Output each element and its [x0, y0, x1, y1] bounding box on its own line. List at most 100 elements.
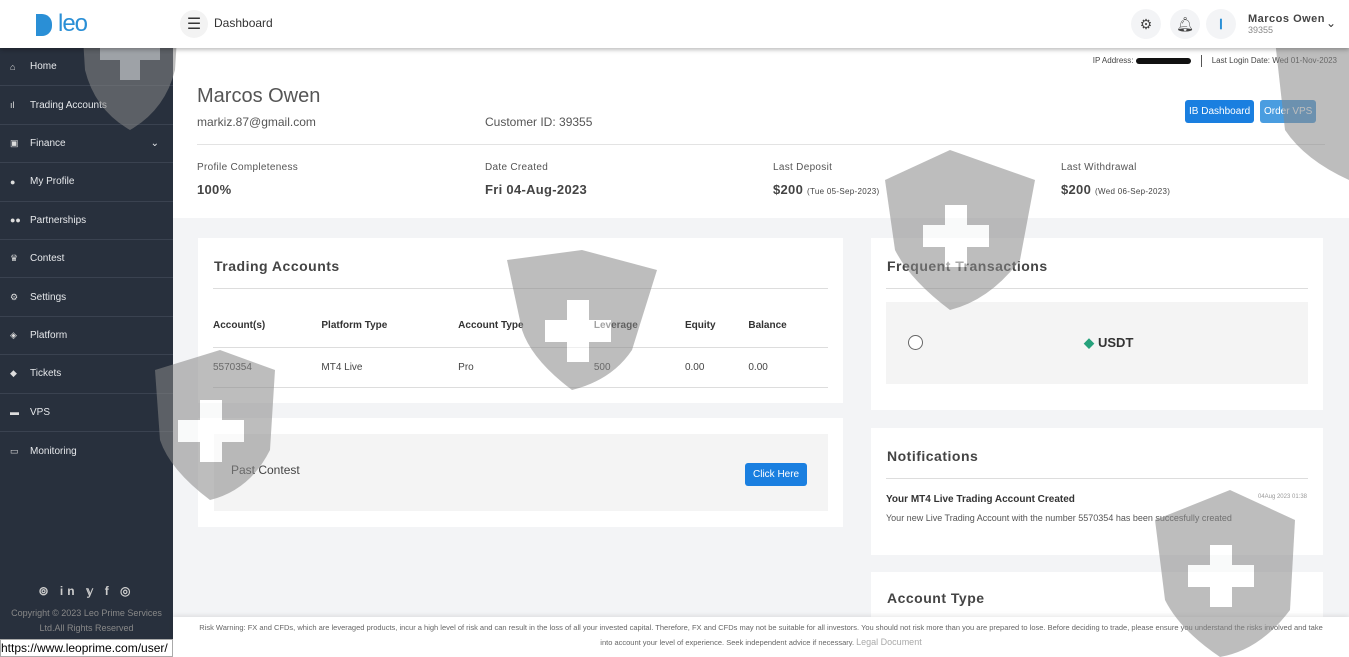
stat-last-withdrawal: Last Withdrawal $200 (Wed 06-Sep-2023)	[1061, 162, 1170, 197]
ib-dashboard-button[interactable]: IB Dashboard	[1185, 100, 1255, 123]
customer-id: Customer ID: 39355	[485, 115, 593, 129]
ip-address-label: IP Address:	[1092, 56, 1134, 66]
social-links[interactable]: ⊚ in 𝕪 f ◎	[0, 584, 173, 598]
sidebar-item-settings[interactable]: ⚙ Settings	[0, 278, 173, 317]
trading-accounts-card: Trading Accounts Account(s) Platform Typ…	[198, 238, 843, 403]
usdt-radio[interactable]	[908, 335, 923, 350]
login-info: IP Address: Last Login Date: Wed 01-Nov-…	[1093, 55, 1337, 67]
sidebar-item-label: My Profile	[30, 176, 75, 188]
order-vps-button[interactable]: Order VPS	[1260, 100, 1317, 123]
column-header: Account Type	[458, 289, 594, 348]
status-url: https://www.leoprime.com/user/	[0, 639, 173, 657]
wallet-icon: ▣	[10, 137, 19, 148]
trophy-icon: ♛	[10, 253, 19, 264]
sidebar-item-home[interactable]: ⌂ Home	[0, 48, 173, 87]
sidebar-item-label: VPS	[30, 406, 51, 418]
column-header: Leverage	[593, 289, 685, 348]
redacted-ip	[1135, 58, 1191, 64]
chevron-down-icon[interactable]: ⌄	[1326, 16, 1336, 30]
page-title: Dashboard	[214, 16, 273, 30]
account-type: Pro	[458, 347, 594, 388]
risk-warning-text: Risk Warning: FX and CFDs, which are lev…	[199, 623, 1323, 647]
column-header: Platform Type	[321, 289, 459, 348]
legal-document-link[interactable]: Legal Document	[856, 637, 922, 647]
past-contest-card: Past Contest Click Here	[198, 418, 843, 527]
leo-logo[interactable]: leo	[36, 10, 88, 38]
table-row[interactable]: 5570354 MT4 Live Pro 500 0.00 0.00	[213, 347, 828, 388]
sidebar-item-trading-accounts[interactable]: ıl Trading Accounts	[0, 86, 173, 125]
home-icon: ⌂	[10, 61, 16, 72]
sidebar-item-tickets[interactable]: ◆ Tickets	[0, 355, 173, 394]
transaction-option[interactable]: ◆ USDT	[886, 302, 1308, 384]
risk-warning-footer: Risk Warning: FX and CFDs, which are lev…	[173, 617, 1349, 657]
platform-type: MT4 Live	[321, 347, 459, 388]
stat-value: $200	[1061, 182, 1092, 197]
user-menu[interactable]: Marcos Owen 39355	[1248, 13, 1325, 35]
sidebar-item-label: Trading Accounts	[30, 99, 107, 111]
users-icon: ●●	[10, 215, 21, 226]
sidebar-item-label: Finance	[30, 137, 66, 149]
copyright: Copyright © 2023 Leo Prime Services Ltd.A…	[0, 606, 173, 636]
column-header: Balance	[748, 289, 828, 348]
user-id: 39355	[1248, 25, 1274, 35]
stat-value: Fri 04-Aug-2023	[485, 182, 588, 197]
user-icon: ●	[10, 176, 16, 187]
notification-body: Your new Live Trading Account with the n…	[886, 513, 1232, 523]
click-here-button[interactable]: Click Here	[745, 463, 808, 486]
balance: 0.00	[748, 347, 828, 388]
sidebar-item-vps[interactable]: ▬ VPS	[0, 394, 173, 432]
stat-last-deposit: Last Deposit $200 (Tue 05-Sep-2023)	[773, 162, 879, 197]
trading-accounts-table: Account(s) Platform Type Account Type Le…	[213, 289, 828, 388]
last-login: Last Login Date: Wed 01-Nov-2023	[1211, 56, 1337, 66]
notification-bell-icon[interactable]: 🔔︎	[1170, 9, 1200, 39]
sidebar-item-label: Settings	[30, 291, 67, 303]
menu-toggle-button[interactable]: ☰	[180, 10, 208, 38]
monitor-icon: ▭	[10, 445, 19, 456]
sidebar-item-finance[interactable]: ▣ Finance ⌄	[0, 125, 173, 164]
account-number: 5570354	[213, 347, 322, 388]
stat-sub: (Tue 05-Sep-2023)	[807, 187, 880, 196]
card-title: Account Type	[887, 590, 985, 606]
profile-name: Marcos Owen	[197, 85, 321, 107]
sidebar-item-platform[interactable]: ◈ Platform	[0, 317, 173, 356]
user-name: Marcos Owen	[1248, 13, 1326, 25]
copyright-line: Copyright © 2023 Leo Prime Services	[11, 608, 162, 618]
usdt-label: USDT	[1098, 335, 1134, 350]
sidebar-item-label: Monitoring	[30, 445, 77, 457]
stat-label: Last Withdrawal	[1061, 162, 1137, 173]
sidebar-item-monitoring[interactable]: ▭ Monitoring	[0, 432, 173, 470]
sidebar-item-label: Tickets	[30, 368, 62, 380]
column-header: Equity	[684, 289, 749, 348]
copyright-line: Ltd.All Rights Reserved	[39, 623, 134, 633]
tether-icon: ◆	[1084, 335, 1094, 350]
stat-date-created: Date Created Fri 04-Aug-2023	[485, 162, 587, 197]
column-header: Account(s)	[213, 289, 322, 348]
card-title: Frequent Transactions	[887, 258, 1048, 274]
stat-sub: (Wed 06-Sep-2023)	[1095, 187, 1171, 196]
top-header: leo ☰ Dashboard ⚙ 🔔︎ Ⅰ Marcos Owen 39355 …	[0, 0, 1349, 48]
notification-title: Your MT4 Live Trading Account Created	[886, 494, 1075, 505]
sidebar-item-my-profile[interactable]: ● My Profile	[0, 163, 173, 202]
avatar[interactable]: Ⅰ	[1206, 9, 1236, 39]
notification-time: 04Aug 2023 01:38	[1257, 494, 1307, 500]
frequent-transactions-card: Frequent Transactions ◆ USDT	[871, 238, 1323, 410]
leverage: 500	[593, 347, 685, 388]
profile-email: markiz.87@gmail.com	[197, 115, 316, 129]
chevron-down-icon: ⌄	[150, 137, 159, 149]
chart-icon: ıl	[10, 100, 15, 111]
card-title: Trading Accounts	[214, 258, 340, 274]
stat-profile-completeness: Profile Completeness 100%	[197, 162, 298, 197]
settings-gear-icon[interactable]: ⚙	[1131, 9, 1161, 39]
past-contest-label: Past Contest	[231, 463, 300, 477]
sidebar-item-partnerships[interactable]: ●● Partnerships	[0, 202, 173, 240]
profile-summary: IP Address: Last Login Date: Wed 01-Nov-…	[173, 48, 1349, 218]
notifications-card: Notifications Your MT4 Live Trading Acco…	[871, 428, 1323, 555]
gear-icon: ⚙	[10, 291, 19, 302]
stat-value: $200	[773, 182, 804, 197]
sidebar-item-contest[interactable]: ♛ Contest	[0, 240, 173, 279]
logo-text: leo	[58, 10, 88, 37]
stat-label: Date Created	[485, 162, 549, 173]
sidebar-item-label: Platform	[30, 329, 68, 341]
notification-item[interactable]: Your MT4 Live Trading Account Created 04…	[871, 479, 1323, 523]
sidebar-item-label: Home	[30, 61, 57, 73]
